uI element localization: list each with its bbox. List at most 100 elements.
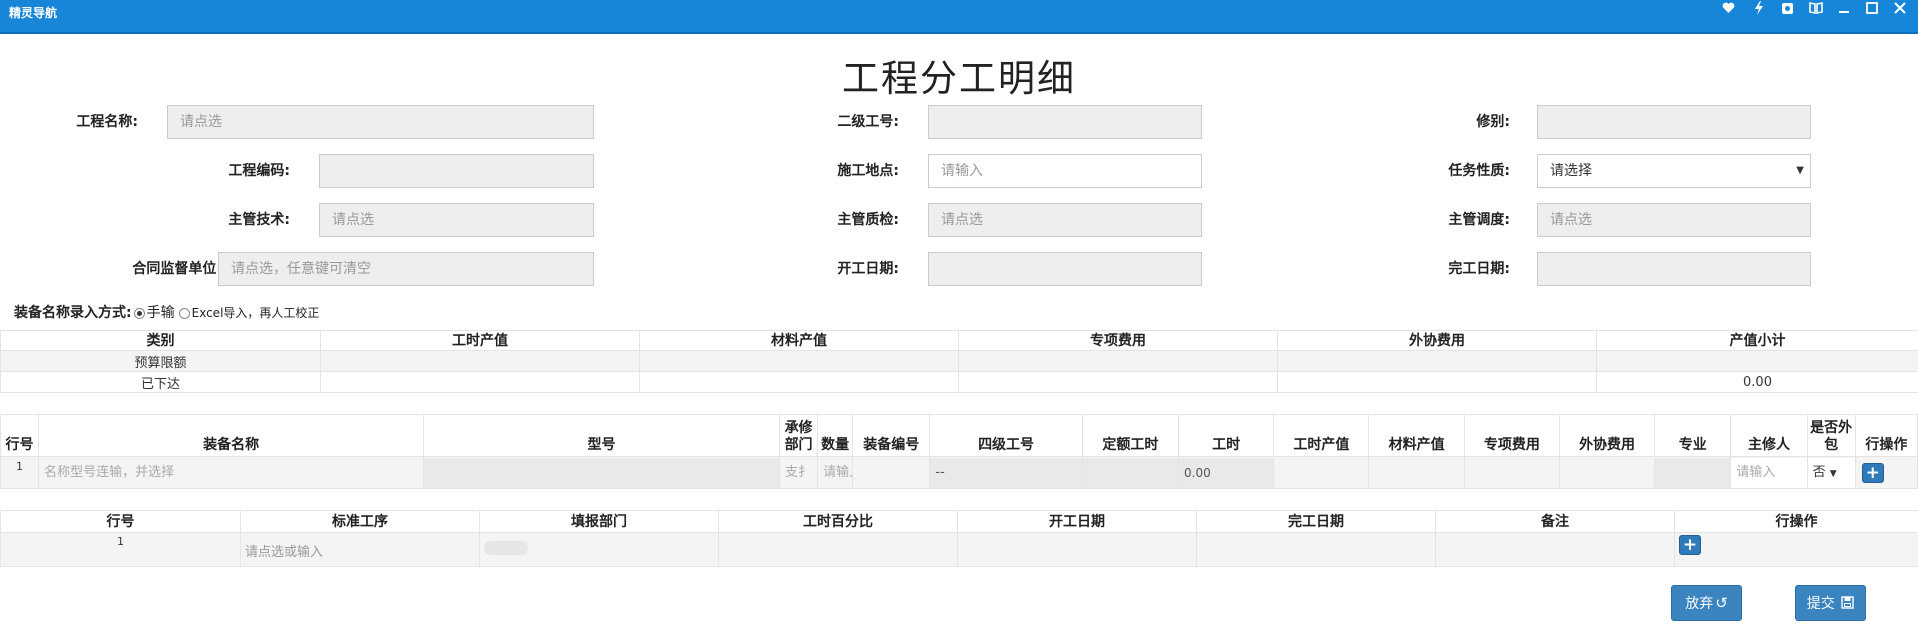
excel-radio-label: Excel导入，再人工校正 xyxy=(191,306,320,320)
summary-header: 类别 xyxy=(0,330,321,351)
lightning-icon[interactable] xyxy=(1751,1,1767,15)
equipment-name-input[interactable]: 名称型号连输，并选择 xyxy=(39,457,423,488)
table-row: 1 名称型号连输，并选择 支扌 请输入 -- 0.00 请输入 否 ▼ + xyxy=(0,456,1918,489)
quota-hours-input[interactable] xyxy=(1083,457,1178,488)
chevron-down-icon: ▼ xyxy=(1796,165,1804,176)
abandon-label: 放弃 xyxy=(1685,596,1714,612)
end-date-cell xyxy=(1196,532,1436,567)
submit-button[interactable]: 提交 xyxy=(1795,585,1866,621)
specialty-cell xyxy=(1654,456,1732,489)
chief-dispatch-input[interactable]: 请点选 xyxy=(1537,203,1811,237)
qty-cell: 请输入 xyxy=(817,456,854,489)
task-nature-select[interactable]: 请选择 ▼ xyxy=(1537,154,1811,188)
project-name-label: 工程名称: xyxy=(76,114,138,130)
equipment-header: 数量 xyxy=(817,414,854,457)
summary-cell: 预算限额 xyxy=(0,350,321,372)
chevron-down-icon: ▼ xyxy=(1829,468,1837,479)
process-header-row: 行号 标准工序 填报部门 工时百分比 开工日期 完工日期 备注 行操作 xyxy=(0,510,1918,533)
heart-icon[interactable] xyxy=(1720,1,1736,15)
quota-hours-cell xyxy=(1081,456,1180,489)
equipment-header: 工时 xyxy=(1178,414,1275,457)
dept-cell xyxy=(479,532,719,567)
add-row-button[interactable]: + xyxy=(1679,535,1701,555)
standard-process-input[interactable]: 请点选或输入 xyxy=(245,545,323,560)
equipment-header: 专项费用 xyxy=(1463,414,1560,457)
process-header: 备注 xyxy=(1435,510,1675,533)
entry-mode-group: 装备名称录入方式: 手输 Excel导入，再人工校正 xyxy=(14,304,319,322)
process-header: 行号 xyxy=(0,510,241,533)
labor-value-cell xyxy=(1273,456,1370,489)
project-name-input[interactable]: 请点选 xyxy=(167,105,594,139)
book-icon[interactable] xyxy=(1808,1,1824,15)
outsourced-select[interactable]: 否 ▼ xyxy=(1808,457,1855,488)
end-date-input[interactable] xyxy=(1537,252,1811,286)
secondary-work-no-input[interactable] xyxy=(928,105,1202,139)
summary-header: 专项费用 xyxy=(958,330,1278,351)
maximize-icon[interactable] xyxy=(1864,1,1880,15)
summary-table: 类别 工时产值 材料产值 专项费用 外协费用 产值小计 预算限额 已下达 0.0… xyxy=(0,330,1918,393)
hours-value: 0.00 xyxy=(1179,457,1273,488)
close-icon[interactable] xyxy=(1892,1,1908,15)
percent-cell xyxy=(718,532,958,567)
level4-work-no-input[interactable]: -- xyxy=(930,457,1082,488)
manual-radio[interactable] xyxy=(133,307,145,319)
equipment-header: 装备编号 xyxy=(852,414,931,457)
repair-type-label: 修别: xyxy=(1476,114,1510,130)
equipment-header: 外协费用 xyxy=(1558,414,1656,457)
submit-label: 提交 xyxy=(1806,596,1835,612)
minimize-icon[interactable] xyxy=(1836,1,1852,15)
summary-cell xyxy=(639,371,959,393)
special-cost-cell xyxy=(1463,456,1560,489)
task-nature-label: 任务性质: xyxy=(1448,163,1510,179)
report-dept-toggle[interactable] xyxy=(484,541,528,555)
quantity-input[interactable]: 请输入 xyxy=(818,457,852,488)
process-header: 标准工序 xyxy=(240,510,480,533)
equipment-header: 行操作 xyxy=(1854,414,1918,457)
summary-header: 工时产值 xyxy=(320,330,640,351)
title-bar: 精灵导航 xyxy=(0,0,1918,34)
specialty-input[interactable] xyxy=(1655,457,1730,488)
contract-supervisor-label: 合同监督单位: xyxy=(132,261,222,277)
summary-cell xyxy=(639,350,959,372)
row-action-cell: + xyxy=(1674,532,1918,567)
project-code-input[interactable] xyxy=(319,154,594,188)
model-input[interactable] xyxy=(424,457,779,488)
add-row-button[interactable]: + xyxy=(1861,462,1884,483)
start-date-input[interactable] xyxy=(928,252,1202,286)
equipment-no-input[interactable] xyxy=(853,457,929,488)
process-header: 行操作 xyxy=(1674,510,1918,533)
equip-no-cell xyxy=(852,456,931,489)
equipment-header: 承修部门 xyxy=(779,414,819,457)
equipment-header: 是否外包 xyxy=(1806,414,1856,457)
page-title: 工程分工明细 xyxy=(842,57,1076,100)
table-row: 已下达 0.00 xyxy=(0,371,1918,393)
end-date-label: 完工日期: xyxy=(1448,261,1510,277)
chief-tech-input[interactable]: 请点选 xyxy=(319,203,594,237)
chief-qc-input[interactable]: 请点选 xyxy=(928,203,1202,237)
contract-supervisor-input[interactable]: 请点选，任意键可清空 xyxy=(218,252,594,286)
equipment-header: 专业 xyxy=(1654,414,1732,457)
settings-icon[interactable] xyxy=(1779,1,1795,15)
repairer-input[interactable]: 请输入 xyxy=(1731,457,1807,488)
summary-header: 外协费用 xyxy=(1277,330,1597,351)
repair-dept-input[interactable]: 支扌 xyxy=(780,457,817,488)
site-input[interactable]: 请输入 xyxy=(928,154,1202,188)
summary-cell: 已下达 xyxy=(0,371,321,393)
excel-radio[interactable] xyxy=(178,307,190,319)
entry-mode-label: 装备名称录入方式: xyxy=(14,305,132,321)
abandon-button[interactable]: 放弃 ↺ xyxy=(1671,585,1742,621)
equipment-header: 工时产值 xyxy=(1273,414,1370,457)
outsourced-cell: 否 ▼ xyxy=(1806,456,1856,489)
equipment-header: 主修人 xyxy=(1730,414,1808,457)
process-table: 行号 标准工序 填报部门 工时百分比 开工日期 完工日期 备注 行操作 1 请点… xyxy=(0,510,1918,567)
summary-cell xyxy=(1596,350,1918,372)
chief-qc-label: 主管质检: xyxy=(837,212,899,228)
process-header: 工时百分比 xyxy=(718,510,958,533)
summary-header-row: 类别 工时产值 材料产值 专项费用 外协费用 产值小计 xyxy=(0,330,1918,351)
level4-cell: -- xyxy=(929,456,1083,489)
repairer-cell: 请输入 xyxy=(1730,456,1808,489)
repair-type-input[interactable] xyxy=(1537,105,1811,139)
start-date-cell xyxy=(957,532,1197,567)
equipment-table: 行号 装备名称 型号 承修部门 数量 装备编号 四级工号 定额工时 工时 工时产… xyxy=(0,414,1918,489)
summary-cell xyxy=(1277,350,1597,372)
